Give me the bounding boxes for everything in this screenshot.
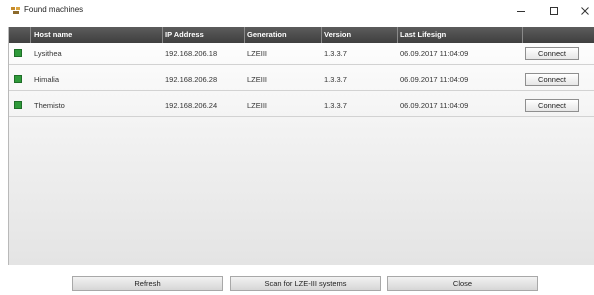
host-name-cell: Themisto bbox=[34, 101, 65, 110]
online-status-icon bbox=[14, 101, 22, 109]
column-header-last-lifesign[interactable]: Last Lifesign bbox=[398, 27, 523, 43]
table-row[interactable]: Himalia 192.168.206.28 LZEIII 1.3.3.7 06… bbox=[9, 69, 594, 91]
last-lifesign-cell: 06.09.2017 11:04:09 bbox=[400, 49, 469, 58]
column-header-generation[interactable]: Generation bbox=[245, 27, 322, 43]
network-machines-icon bbox=[11, 6, 21, 15]
connect-button[interactable]: Connect bbox=[525, 47, 579, 60]
connect-button[interactable]: Connect bbox=[525, 73, 579, 86]
connect-button[interactable]: Connect bbox=[525, 99, 579, 112]
ip-address-cell: 192.168.206.24 bbox=[165, 101, 218, 110]
column-header-host-name[interactable]: Host name bbox=[31, 27, 163, 43]
column-header-version[interactable]: Version bbox=[322, 27, 398, 43]
found-machines-window: Found machines Host name IP Address Gene… bbox=[0, 0, 594, 295]
close-icon bbox=[581, 7, 589, 15]
refresh-button[interactable]: Refresh bbox=[72, 276, 223, 291]
last-lifesign-cell: 06.09.2017 11:04:09 bbox=[400, 101, 469, 110]
table-row[interactable]: Themisto 192.168.206.24 LZEIII 1.3.3.7 0… bbox=[9, 95, 594, 117]
column-header-status bbox=[9, 27, 31, 43]
ip-address-cell: 192.168.206.28 bbox=[165, 75, 218, 84]
close-window-button[interactable] bbox=[574, 2, 594, 20]
scan-lze-iii-button[interactable]: Scan for LZE-III systems bbox=[230, 276, 381, 291]
minimize-icon bbox=[517, 11, 525, 12]
column-header-ip-address[interactable]: IP Address bbox=[163, 27, 245, 43]
version-cell: 1.3.3.7 bbox=[324, 49, 347, 58]
online-status-icon bbox=[14, 49, 22, 57]
machines-table: Host name IP Address Generation Version … bbox=[8, 27, 594, 265]
maximize-icon bbox=[550, 7, 558, 15]
generation-cell: LZEIII bbox=[247, 75, 268, 84]
title-bar[interactable]: Found machines bbox=[0, 0, 594, 22]
maximize-button[interactable] bbox=[543, 2, 565, 20]
host-name-cell: Lysithea bbox=[34, 49, 62, 58]
host-name-cell: Himalia bbox=[34, 75, 60, 84]
last-lifesign-cell: 06.09.2017 11:04:09 bbox=[400, 75, 469, 84]
table-header: Host name IP Address Generation Version … bbox=[9, 27, 594, 43]
minimize-button[interactable] bbox=[510, 2, 532, 20]
close-button[interactable]: Close bbox=[387, 276, 538, 291]
window-title: Found machines bbox=[24, 5, 84, 14]
online-status-icon bbox=[14, 75, 22, 83]
ip-address-cell: 192.168.206.18 bbox=[165, 49, 218, 58]
column-header-action bbox=[523, 27, 594, 43]
table-row[interactable]: Lysithea 192.168.206.18 LZEIII 1.3.3.7 0… bbox=[9, 43, 594, 65]
generation-cell: LZEIII bbox=[247, 101, 268, 110]
version-cell: 1.3.3.7 bbox=[324, 75, 347, 84]
generation-cell: LZEIII bbox=[247, 49, 268, 58]
version-cell: 1.3.3.7 bbox=[324, 101, 347, 110]
